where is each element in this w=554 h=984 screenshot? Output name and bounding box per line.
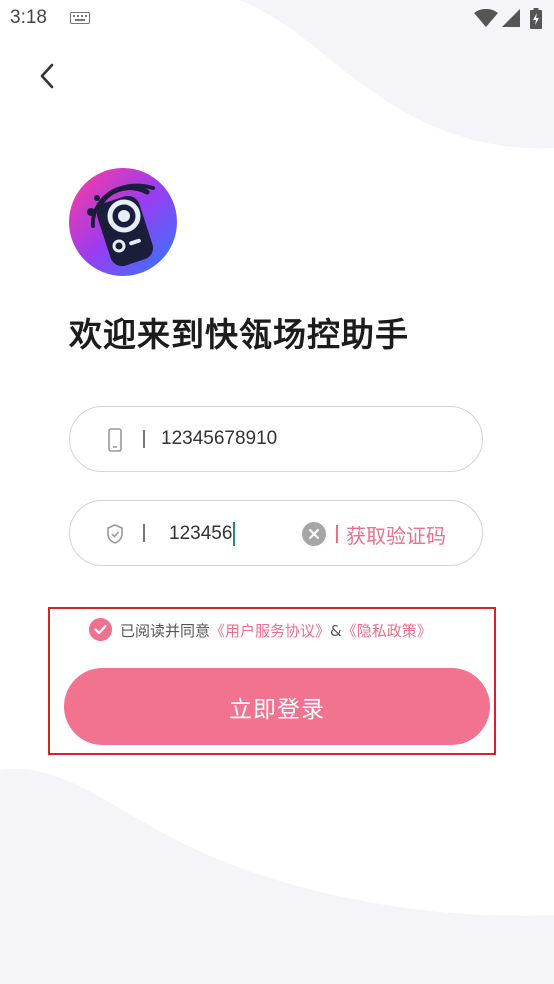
signal-icon (502, 9, 520, 27)
privacy-policy-link[interactable]: 《隐私政策》 (342, 622, 432, 640)
keyboard-icon (70, 12, 90, 24)
status-time: 3:18 (10, 7, 47, 28)
field-separator (143, 524, 145, 542)
phone-field[interactable]: 12345678910 (69, 406, 483, 472)
phone-icon (108, 428, 122, 452)
status-bar: 3:18 (0, 0, 554, 36)
text-caret (233, 522, 236, 546)
login-button[interactable]: 立即登录 (64, 668, 490, 745)
clear-icon[interactable] (302, 522, 326, 546)
agree-checkbox[interactable] (89, 618, 112, 641)
background-waves (0, 0, 554, 984)
app-logo (69, 168, 177, 276)
field-separator (143, 430, 145, 448)
code-input[interactable]: 123456 (169, 522, 236, 546)
agreement-text: 已阅读并同意《用户服务协议》&《隐私政策》 (120, 620, 432, 641)
agreement-prefix: 已阅读并同意 (120, 622, 211, 640)
get-code-button[interactable]: 获取验证码 (346, 520, 446, 549)
code-field[interactable]: 123456 获取验证码 (69, 500, 483, 566)
service-agreement-link[interactable]: 《用户服务协议》 (210, 622, 330, 640)
shield-icon (107, 524, 123, 544)
code-value: 123456 (169, 523, 233, 545)
page-title: 欢迎来到快瓴场控助手 (69, 315, 409, 354)
battery-charging-icon (530, 8, 542, 29)
wifi-icon (474, 9, 498, 27)
chevron-left-icon (40, 63, 54, 89)
phone-input[interactable]: 12345678910 (161, 428, 277, 450)
code-separator (336, 525, 338, 543)
back-button[interactable] (30, 58, 66, 94)
agreement-amp: & (330, 622, 342, 640)
